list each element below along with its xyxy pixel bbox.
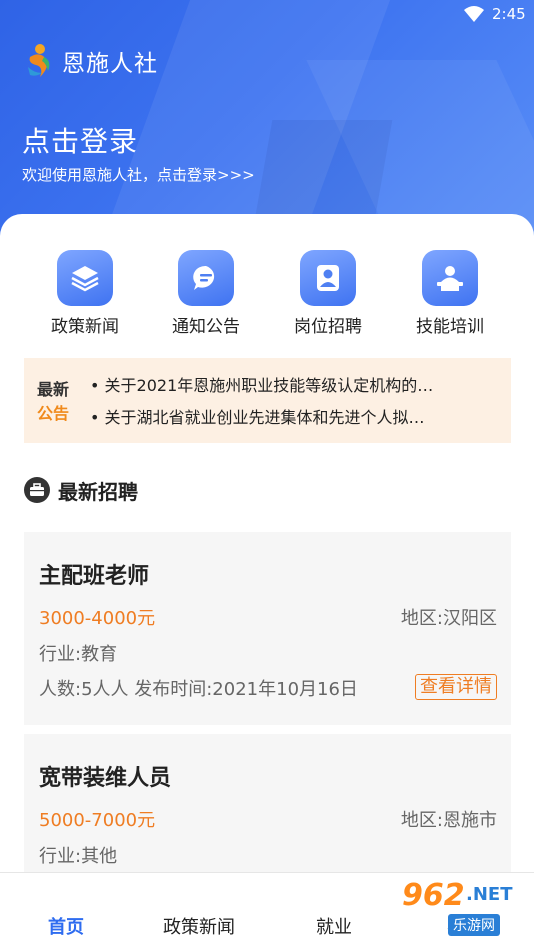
id-card-icon <box>300 250 356 306</box>
job-meta: 人数:5人人 发布时间:2021年10月16日 <box>39 679 358 700</box>
quick-link-label: 政策新闻 <box>51 317 119 337</box>
job-title: 主配班老师 <box>39 564 150 589</box>
watermark-caption: 乐游网 <box>448 914 500 936</box>
quick-link-policy-news[interactable]: 政策新闻 <box>25 250 145 337</box>
watermark: 962 .NET 乐游网 <box>398 876 528 942</box>
login-title[interactable]: 点击登录 <box>22 120 138 160</box>
notice-badge-line1: 最新 <box>37 380 70 399</box>
message-icon <box>178 250 234 306</box>
job-industry: 行业:教育 <box>39 644 118 665</box>
enshi-logo <box>28 44 50 77</box>
tab-home[interactable]: 首页 <box>48 913 84 939</box>
notice-item[interactable]: • 关于湖北省就业创业先进集体和先进个人拟… <box>90 404 490 428</box>
lecturer-icon <box>422 250 478 306</box>
wifi-icon <box>464 6 484 22</box>
briefcase-icon <box>24 477 50 503</box>
notice-badge: 最新 公告 <box>37 378 79 426</box>
job-title: 宽带装维人员 <box>39 766 172 791</box>
header-banner: 2:45 恩施人社 点击登录 欢迎使用恩施人社，点击登录>>> <box>0 0 534 250</box>
layers-icon <box>57 250 113 306</box>
recruit-section-title: 最新招聘 <box>58 479 138 504</box>
main-card: 政策新闻 通知公告 岗位招聘 技能培训 最新 公告 • 关于2021年恩施州职业… <box>0 214 534 949</box>
job-area: 地区:恩施市 <box>400 810 497 831</box>
quick-link-label: 通知公告 <box>172 317 240 337</box>
login-subtitle[interactable]: 欢迎使用恩施人社，点击登录>>> <box>22 164 255 185</box>
recruit-section-header: 最新招聘 <box>24 476 138 504</box>
quick-link-label: 岗位招聘 <box>294 317 362 337</box>
quick-link-jobs[interactable]: 岗位招聘 <box>268 250 388 337</box>
latest-notice: 最新 公告 • 关于2021年恩施州职业技能等级认定机构的… • 关于湖北省就业… <box>24 358 511 443</box>
notice-badge-line2: 公告 <box>37 404 70 423</box>
status-time: 2:45 <box>492 5 526 23</box>
status-bar: 2:45 <box>0 0 534 30</box>
job-salary: 3000-4000元 <box>39 608 156 629</box>
app-brand: 恩施人社 <box>24 42 158 80</box>
watermark-brand: 962 <box>402 878 465 913</box>
view-detail-button[interactable]: 查看详情 <box>415 674 497 700</box>
job-salary: 5000-7000元 <box>39 810 156 831</box>
notice-item[interactable]: • 关于2021年恩施州职业技能等级认定机构的… <box>90 372 490 396</box>
quick-links: 政策新闻 通知公告 岗位招聘 技能培训 <box>0 250 534 340</box>
quick-link-label: 技能培训 <box>416 317 484 337</box>
job-industry: 行业:其他 <box>39 846 118 867</box>
job-card[interactable]: 主配班老师 3000-4000元 地区:汉阳区 行业:教育 人数:5人人 发布时… <box>24 532 511 725</box>
job-area: 地区:汉阳区 <box>400 608 497 629</box>
app-name: 恩施人社 <box>62 51 158 77</box>
watermark-suffix: .NET <box>466 884 513 905</box>
quick-link-training[interactable]: 技能培训 <box>390 250 510 337</box>
quick-link-notices[interactable]: 通知公告 <box>146 250 266 337</box>
tab-employment[interactable]: 就业 <box>316 913 352 939</box>
tab-policy-news[interactable]: 政策新闻 <box>163 913 235 939</box>
